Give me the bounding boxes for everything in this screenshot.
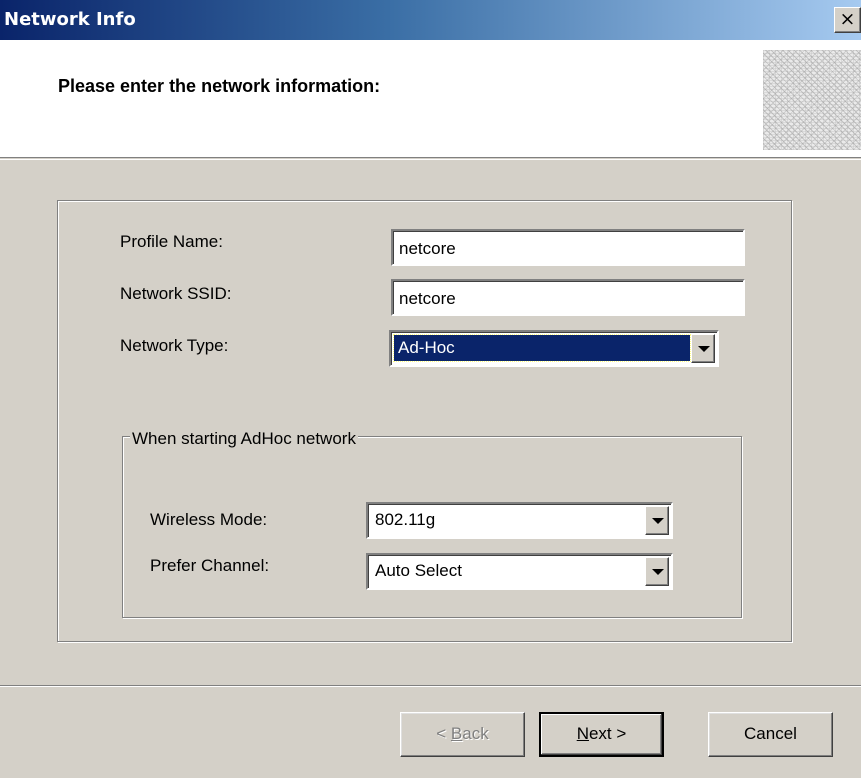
back-accelerator: B: [450, 724, 463, 743]
chevron-down-icon[interactable]: [645, 557, 669, 586]
wireless-mode-label: Wireless Mode:: [150, 510, 268, 529]
network-ssid-field[interactable]: netcore: [391, 279, 745, 316]
header-divider: [0, 159, 861, 160]
title-bar: Network Info ×: [0, 0, 861, 40]
network-type-label: Network Type:: [120, 336, 229, 355]
prefer-channel-label: Prefer Channel:: [150, 556, 270, 575]
profile-name-field[interactable]: netcore: [391, 229, 745, 266]
prefer-channel-select[interactable]: Auto Select: [366, 553, 673, 590]
cancel-button[interactable]: Cancel: [708, 712, 833, 757]
footer-divider: [0, 685, 861, 687]
adhoc-group-legend: When starting AdHoc network: [130, 429, 358, 449]
chevron-down-icon[interactable]: [691, 334, 715, 363]
close-icon: ×: [839, 8, 856, 30]
wireless-mode-select[interactable]: 802.11g: [366, 502, 673, 539]
next-label: ext >: [588, 724, 627, 743]
wireless-mode-value: 802.11g: [375, 510, 436, 529]
prefer-channel-value: Auto Select: [375, 561, 462, 580]
network-type-value: Ad-Hoc: [393, 334, 691, 362]
back-label: ack: [462, 724, 489, 743]
next-accelerator: N: [576, 724, 589, 743]
window-title: Network Info: [4, 9, 136, 30]
profile-name-label: Profile Name:: [120, 232, 223, 251]
header-graphic: [763, 50, 861, 150]
network-type-select[interactable]: Ad-Hoc: [389, 330, 719, 367]
chevron-down-icon[interactable]: [645, 506, 669, 535]
back-prefix: <: [436, 724, 451, 743]
network-ssid-label: Network SSID:: [120, 284, 232, 303]
back-button[interactable]: < Back: [400, 712, 525, 757]
page-heading: Please enter the network information:: [58, 76, 381, 96]
close-button[interactable]: ×: [834, 7, 861, 33]
wizard-header: Please enter the network information:: [0, 40, 861, 158]
next-button[interactable]: Next >: [539, 712, 664, 757]
